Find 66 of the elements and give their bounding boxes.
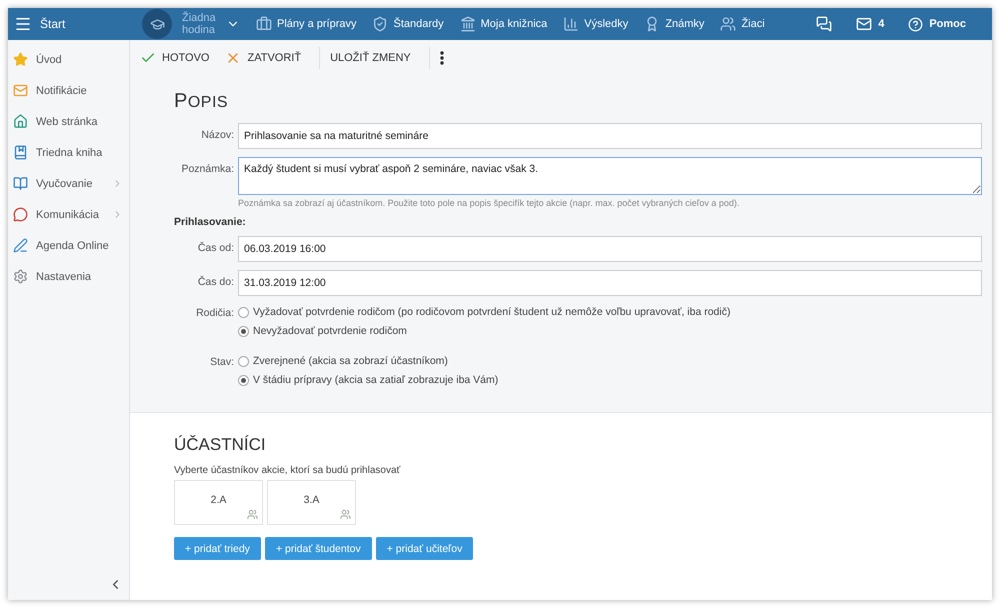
field-label: Čas do: [196,274,234,288]
people-icon [247,509,258,520]
envelope-icon [856,16,872,32]
done-button[interactable]: HOTOVO [136,46,222,70]
nav-item[interactable]: Moja knižnica [452,8,556,40]
more-icon [440,51,444,65]
nav-icon [563,16,580,32]
radio-label: V štádiu prípravy (akcia sa zatiaľ zobrazuje iba Vám) [253,374,498,386]
nav-item[interactable]: Plány a prípravy [248,8,364,40]
section-heading: POPIS [174,90,230,113]
field-label: Čas od: [196,240,234,254]
radio-button[interactable] [238,306,249,318]
radio-label: Vyžadovať potvrdenie rodičom (po rodičovom potvrdení študent už nemôže voľbu upravovať, iba rodič) [253,306,730,318]
sidebar-item[interactable]: Úvod [8,44,129,75]
nav-icon [720,16,736,32]
sidebar-item[interactable]: Vyučovanie [8,168,129,199]
field-label: Poznámka: [180,162,234,175]
help-button[interactable]: Pomoc [898,8,976,40]
chat-icon [816,16,832,32]
help-icon [908,16,924,32]
nav-icon [460,16,476,32]
sidebar-item[interactable]: Agenda Online [8,230,129,261]
name-input[interactable]: Prihlasovanie sa na maturitné semináre [238,123,982,149]
class-card[interactable]: 3.A [267,480,356,525]
nav-item[interactable]: Žiaci [712,8,773,40]
field-label: Stav: [209,355,234,368]
radio-button[interactable] [238,326,249,336]
envelope-icon [13,83,28,98]
field-label: Rodičia: [195,306,234,319]
sidebar-item[interactable]: Triedna kniha [8,137,129,168]
messages-button[interactable]: 4 [846,8,894,40]
radio-label: Zverejnené (akcia sa zobrazí účastníkom) [253,355,448,367]
house-icon [13,114,28,129]
radio-button[interactable] [238,374,249,386]
subheading: Prihlasovanie: [174,216,247,228]
radio-button[interactable] [238,356,249,366]
graduation-cap-icon [142,9,172,39]
nav-item[interactable]: Štandardy [364,8,452,40]
close-button[interactable]: ZATVORIŤ [221,46,314,70]
section-heading: ÚČASTNÍCI [174,435,267,455]
nav-item[interactable]: Známky [636,8,712,40]
book-icon [13,145,28,160]
field-hint: Poznámka sa zobrazí aj účastníkom. Použite toto pole na popis špecifík tejto akcie (napr. max. počet vybraných cieľov a pod). [238,198,740,208]
nav-icon [372,16,388,32]
sidebar-item[interactable]: Komunikácia [8,199,129,230]
open-book-icon [13,176,28,191]
instruction-text: Vyberte účastníkov akcie, ktorí sa budú prihlasovať [174,465,402,476]
star-icon [13,52,28,67]
sidebar-item[interactable]: Nastavenia [8,261,129,292]
start-menu-button[interactable]: Štart [8,8,130,40]
field-label: Názov: [200,128,234,141]
radio-label: Nevyžadovať potvrdenie rodičom [253,325,407,337]
chat-icon [13,207,28,222]
nav-item[interactable]: Výsledky [555,8,636,40]
note-textarea[interactable]: Každý študent si musí vybrať aspoň 2 semináre, naviac však 3. [238,157,982,195]
settings-icon [13,269,28,284]
date-input[interactable]: 31.03.2019 12:00 [238,270,982,296]
sidebar-item[interactable]: Web stránka [8,106,129,137]
sidebar-item[interactable]: Notifikácie [8,75,129,106]
menu-icon [14,15,32,33]
date-input[interactable]: 06.03.2019 16:00 [238,236,982,262]
people-icon [340,509,351,520]
nav-icon [256,16,272,32]
class-card[interactable]: 2.A [174,480,263,525]
save-changes-button[interactable]: ULOŽIŤ ZMENY [326,46,423,70]
pen-icon [13,238,28,253]
